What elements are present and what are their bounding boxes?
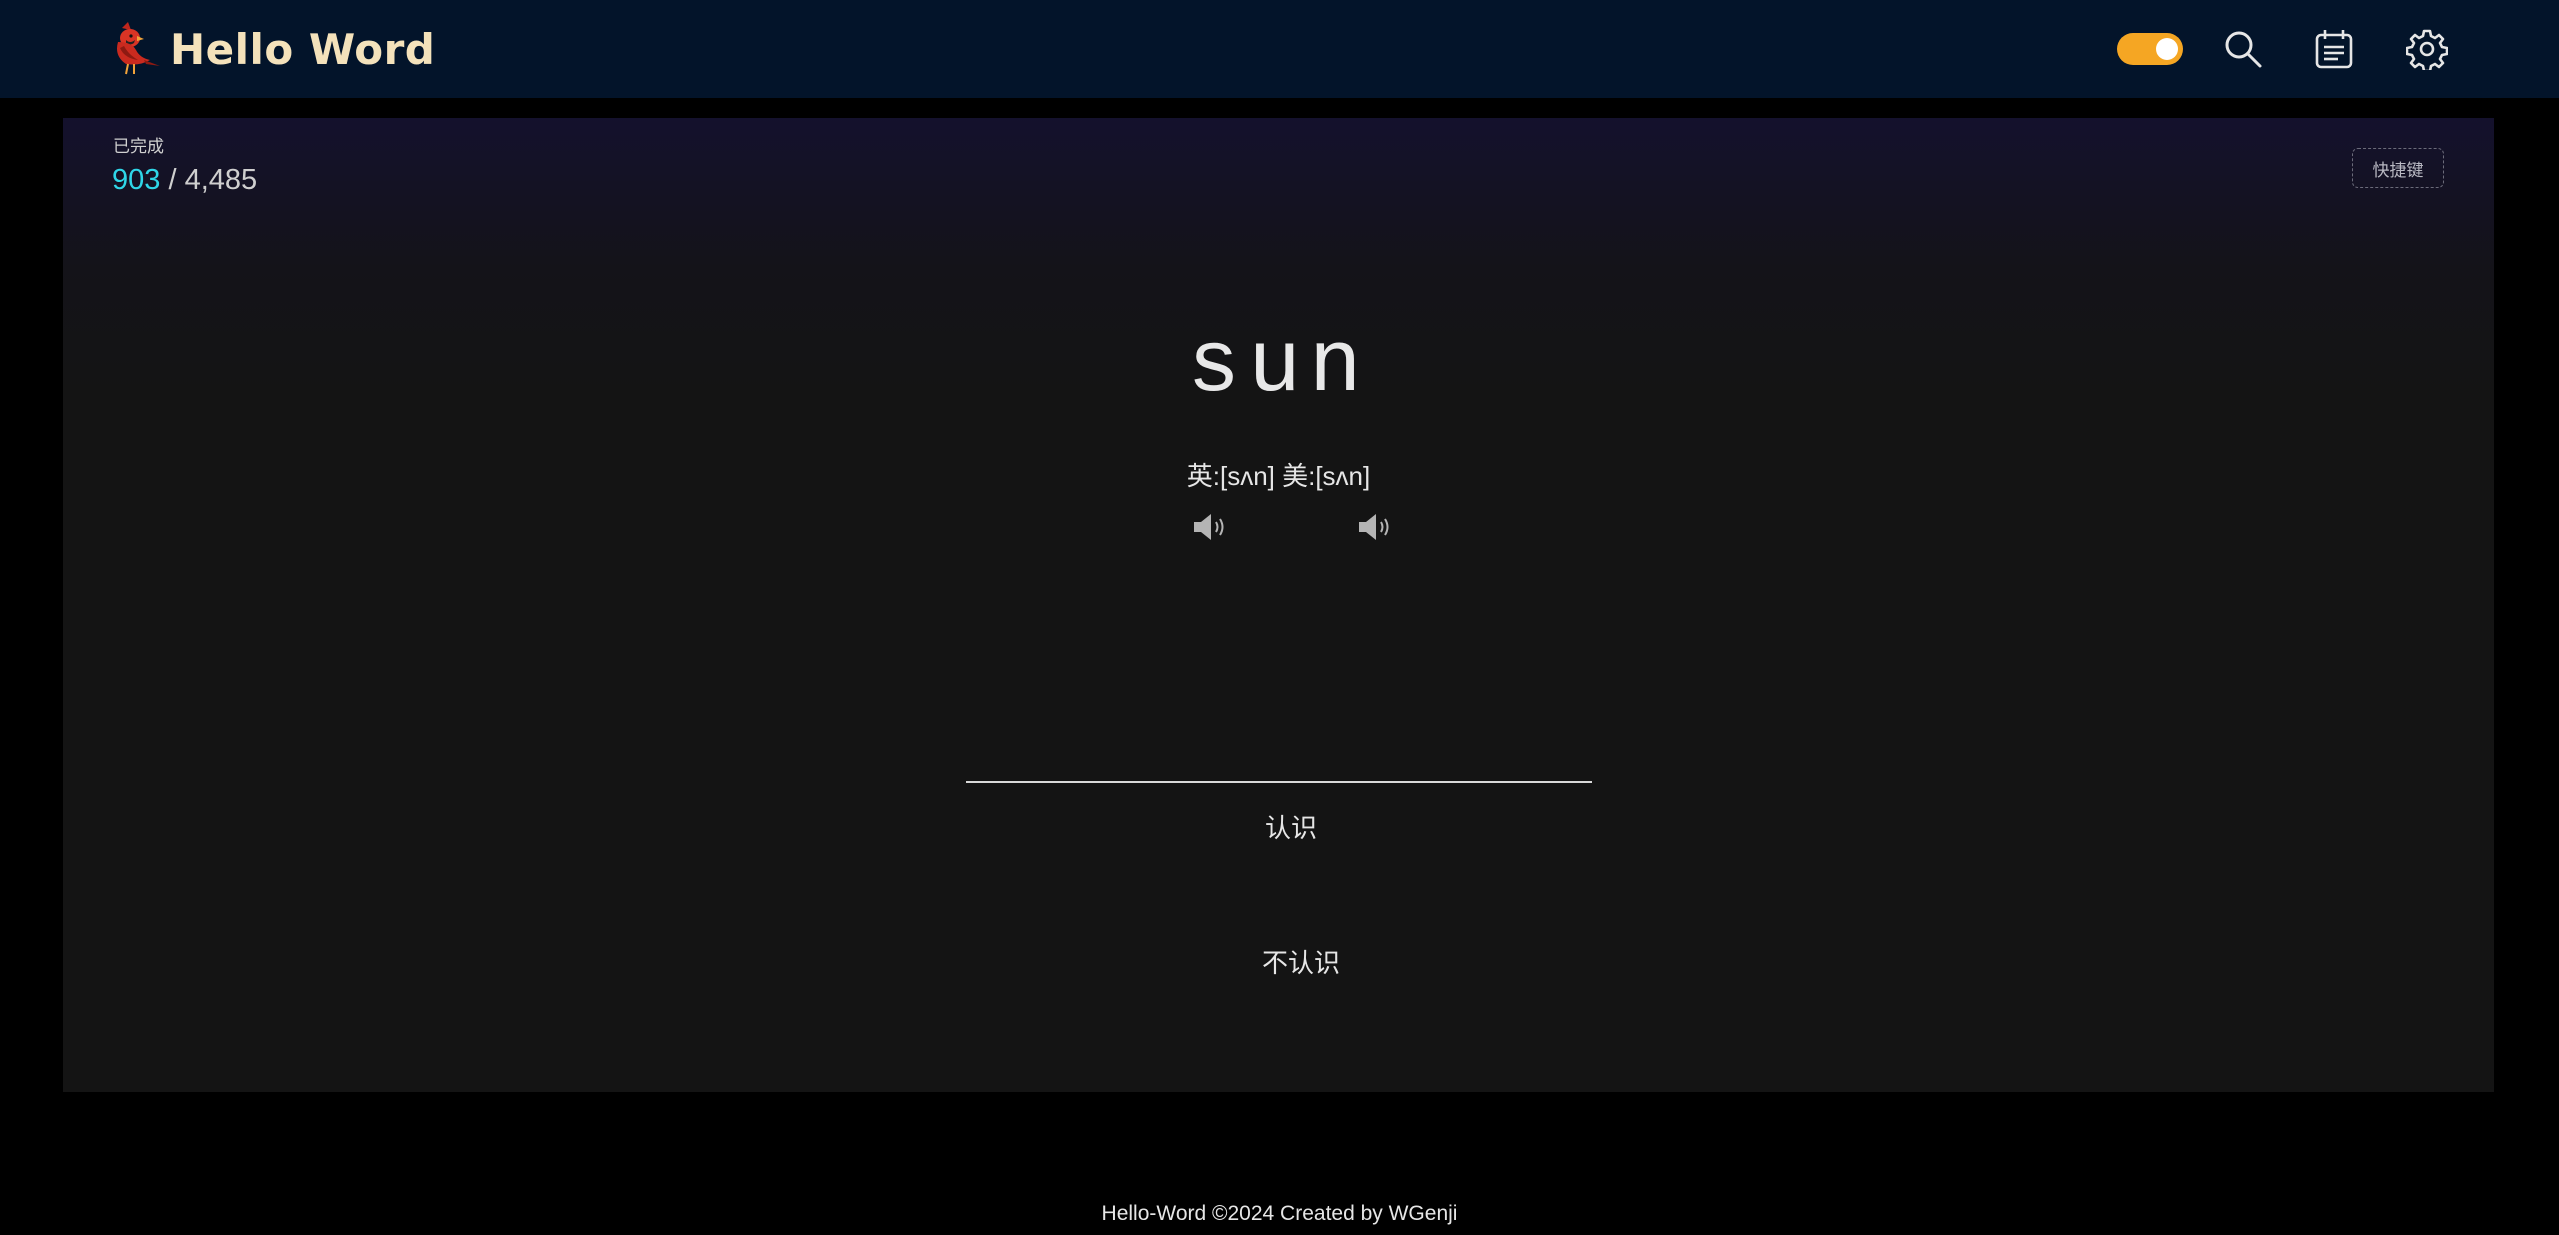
settings-button[interactable] [2405, 28, 2449, 73]
speaker-icon [1194, 514, 1224, 540]
toggle-knob [2156, 38, 2178, 60]
calendar-button[interactable] [2313, 28, 2355, 70]
us-pronunciation-button[interactable] [1356, 511, 1394, 543]
uk-pronunciation-button[interactable] [1191, 511, 1229, 543]
progress-done: 903 [112, 164, 161, 196]
progress-count: 903 / 4,485 [112, 164, 257, 197]
app-title: Hello Word [170, 24, 436, 74]
unknown-button[interactable]: 不认识 [1246, 938, 1356, 988]
word-phonetic: 英:[sʌn] 美:[sʌn] [1186, 461, 1371, 491]
divider [966, 781, 1592, 783]
search-icon [2225, 31, 2262, 68]
theme-toggle[interactable] [2117, 33, 2183, 65]
footer-text: Hello-Word ©2024 Created by WGenji [1101, 1202, 1458, 1225]
top-navbar: Hello Word [0, 0, 2559, 98]
word-card: 已完成 903 / 4,485 快捷键 sun 英:[sʌn] 美:[sʌn] … [63, 118, 2494, 1092]
shortcut-button[interactable]: 快捷键 [2352, 148, 2444, 188]
progress-total: 4,485 [184, 164, 258, 196]
calendar-icon [2315, 30, 2353, 69]
progress-label: 已完成 [113, 137, 164, 156]
brand[interactable]: Hello Word [104, 20, 435, 78]
search-button[interactable] [2222, 28, 2264, 70]
know-button[interactable]: 认识 [1251, 803, 1331, 853]
cardinal-bird-icon [117, 22, 160, 75]
gear-icon [2405, 29, 2449, 73]
progress-separator: / [160, 164, 185, 196]
word-text: sun [1187, 318, 1370, 417]
speaker-icon [1359, 514, 1389, 540]
